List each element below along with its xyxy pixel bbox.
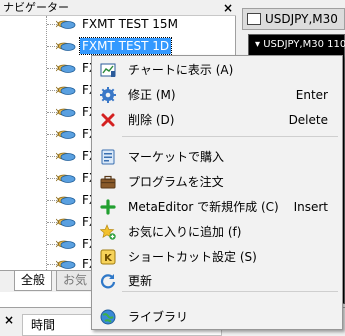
expert-advisor-icon	[56, 20, 76, 29]
menu-item-shortcut: Insert	[293, 200, 328, 214]
menu-item-label: 削除 (D)	[128, 113, 175, 127]
menu-item[interactable]: K ショートカット設定 (S)	[94, 246, 340, 268]
navigator-title: ナビゲーター	[3, 1, 69, 14]
market-icon	[101, 149, 115, 165]
chart-tab-title: USDJPY,M30	[265, 12, 338, 26]
menu-item-label: 修正 (M)	[128, 88, 176, 102]
menu-item-label: チャートに表示 (A)	[128, 63, 234, 77]
context-menu: チャートに表示 (A) 修正 (M) Enter 削除 (D) Delete マーケットで…	[91, 55, 343, 330]
tree-connector	[46, 16, 47, 270]
chart-icon	[100, 63, 116, 77]
menu-item-label: 更新	[128, 274, 153, 288]
briefcase-icon	[100, 175, 116, 189]
close-icon[interactable]: ×	[4, 313, 14, 327]
tab-all[interactable]: 全般	[14, 271, 53, 291]
menu-item-shortcut: Delete	[288, 113, 328, 127]
menu-item[interactable]: チャートに表示 (A)	[94, 59, 340, 81]
globe-icon	[100, 309, 116, 325]
plus-icon	[100, 199, 116, 215]
tree-item-label: FXMT TEST 15M	[82, 17, 178, 31]
shortcut-k-icon: K	[100, 249, 116, 265]
chart-symbol-label: ▾ USDJPY,M30 110.	[255, 39, 345, 50]
close-icon[interactable]: ×	[223, 0, 233, 16]
expert-advisor-icon	[56, 196, 76, 205]
chart-window-icon	[247, 13, 261, 25]
expert-advisor-icon	[56, 64, 76, 73]
menu-item[interactable]: マーケットで購入	[94, 146, 340, 168]
menu-item[interactable]: 削除 (D) Delete	[94, 109, 340, 131]
refresh-icon	[100, 274, 116, 289]
menu-item-label: MetaEditor で新規作成 (C)	[128, 200, 279, 214]
gear-icon	[100, 87, 116, 103]
expert-advisor-icon	[56, 42, 76, 51]
menu-item-shortcut: Enter	[295, 88, 328, 102]
expert-advisor-icon	[56, 108, 76, 117]
svg-text:K: K	[104, 253, 113, 264]
menu-item[interactable]: MetaEditor で新規作成 (C) Insert	[94, 196, 340, 218]
menu-separator	[122, 136, 338, 137]
expert-advisor-icon	[56, 240, 76, 249]
expert-advisor-icon	[56, 86, 76, 95]
menu-item[interactable]: ライブラリ	[94, 306, 340, 328]
expert-advisor-icon	[56, 218, 76, 227]
tree-item-label: FXMT TEST 1D	[78, 37, 173, 55]
menu-item-label: マーケットで購入	[128, 150, 225, 164]
menu-item-label: お気に入りに追加 (f)	[128, 225, 242, 239]
menu-item-label: ショートカット設定 (S)	[128, 250, 257, 264]
menu-item[interactable]: お気に入りに追加 (f)	[94, 221, 340, 243]
menu-item-label: プログラムを注文	[128, 175, 224, 189]
star-add-icon	[100, 224, 116, 240]
menu-item[interactable]: 更新	[94, 270, 340, 292]
delete-x-icon	[101, 113, 115, 127]
expert-advisor-icon	[56, 152, 76, 161]
tab-favorites[interactable]: お気	[56, 271, 95, 291]
menu-item[interactable]: 修正 (M) Enter	[94, 84, 340, 106]
menu-item-label: ライブラリ	[128, 310, 189, 324]
chart-tab[interactable]: USDJPY,M30	[242, 8, 345, 30]
expert-advisor-icon	[56, 130, 76, 139]
menu-item[interactable]: プログラムを注文	[94, 171, 340, 193]
expert-advisor-icon	[56, 174, 76, 183]
navigator-title-bar: ナビゲーター ×	[0, 0, 236, 16]
